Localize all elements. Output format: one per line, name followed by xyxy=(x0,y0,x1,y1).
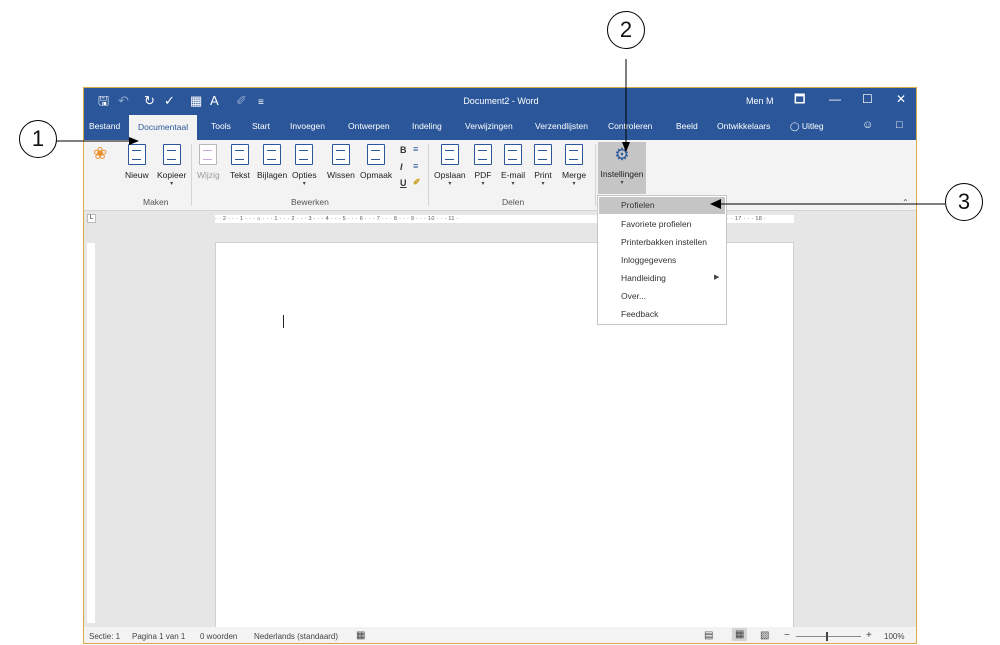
callout-3-arrowhead xyxy=(710,199,721,209)
callout-2: 2 xyxy=(607,11,645,49)
callout-1-arrowhead xyxy=(129,137,139,145)
callout-2-arrowhead xyxy=(622,142,630,152)
callout-3: 3 xyxy=(945,183,983,221)
annotation-arrows xyxy=(56,59,945,209)
callout-1: 1 xyxy=(19,120,57,158)
